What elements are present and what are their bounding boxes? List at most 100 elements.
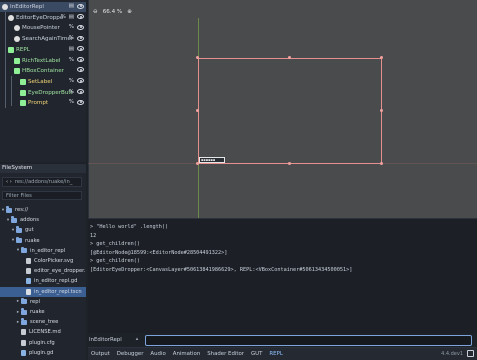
file-label: ColorPicker.svg xyxy=(34,258,74,264)
path-text: res://addons/ruake/in_ xyxy=(14,179,73,185)
scene-node-row[interactable]: SetLabel% xyxy=(0,77,86,87)
tab-gut[interactable]: GUT xyxy=(251,351,262,357)
folder-row[interactable]: ▸ ruake xyxy=(0,307,86,317)
folder-row[interactable]: ▾ ruake xyxy=(0,236,86,246)
resize-handle-l[interactable] xyxy=(196,109,199,112)
file-row[interactable]: LICENSE.md xyxy=(0,327,86,337)
scene-node-label: EyeDropperButt xyxy=(28,89,73,96)
repl-output-line: 12 xyxy=(90,232,97,239)
tab-debugger[interactable]: Debugger xyxy=(117,351,144,357)
bottom-panel-tabs: Output Debugger Audio Animation Shader Edito… xyxy=(88,347,477,360)
unique-name-icon[interactable]: % xyxy=(69,24,74,30)
node-actions xyxy=(77,67,84,73)
file-label: ruake xyxy=(25,237,40,244)
file-row[interactable]: in_editor_repl.gd xyxy=(0,276,86,286)
eye-icon[interactable] xyxy=(77,57,84,62)
resize-handle-r[interactable] xyxy=(380,109,383,112)
unique-name-icon[interactable]: % xyxy=(69,78,74,84)
nav-arrows-icon[interactable]: ‹ › xyxy=(3,179,12,185)
tab-filesystem[interactable]: FileSystem xyxy=(0,164,86,173)
eye-icon[interactable] xyxy=(77,24,84,30)
button-icon xyxy=(20,89,26,96)
resize-handle-b[interactable] xyxy=(288,162,291,165)
node-icon xyxy=(14,25,20,32)
resize-handle-br[interactable] xyxy=(380,162,383,165)
scene-node-row[interactable]: InEditorRepl ▤ xyxy=(0,2,86,12)
eye-icon[interactable] xyxy=(77,46,84,52)
tab-audio[interactable]: Audio xyxy=(150,351,165,357)
node-icon xyxy=(8,14,14,21)
unique-name-icon[interactable]: % xyxy=(69,99,74,105)
file-row[interactable]: plugin.cfg xyxy=(0,338,86,348)
file-row[interactable]: editor_eye_dropper. xyxy=(0,266,86,276)
filter-placeholder: Filter Files xyxy=(6,192,32,199)
folder-row[interactable]: ▾ addons xyxy=(0,215,86,225)
tab-output[interactable]: Output xyxy=(91,351,110,357)
unique-name-icon[interactable]: % xyxy=(69,35,74,41)
unique-name-icon[interactable]: % xyxy=(69,89,74,95)
script-icon[interactable]: ▤ xyxy=(69,14,74,20)
file-label: plugin.gd xyxy=(29,349,54,356)
tab-animation[interactable]: Animation xyxy=(173,351,200,357)
eye-icon[interactable] xyxy=(77,99,84,105)
scene-node-label: EditorEyeDroppe xyxy=(16,14,64,21)
script-icon[interactable]: ▤ xyxy=(69,3,74,9)
file-icon xyxy=(21,329,26,336)
folder-row[interactable]: ▾ res:// xyxy=(0,205,86,215)
file-row[interactable]: in_editor_repl.tscn xyxy=(0,286,86,297)
file-label: repl xyxy=(30,298,40,305)
zoom-out-icon[interactable]: ⊖ xyxy=(93,9,98,15)
scene-node-row[interactable]: RichTextLabel% xyxy=(0,56,86,66)
eye-icon[interactable] xyxy=(77,14,84,20)
scene-node-label: SearchAgainTimer xyxy=(22,36,74,43)
zoom-level[interactable]: 66.4 % xyxy=(103,9,123,15)
folder-row[interactable]: ▾ gut xyxy=(0,225,86,235)
repl-input[interactable] xyxy=(145,335,472,346)
scene-node-label: MousePointer xyxy=(22,25,60,32)
tab-filesystem-label: FileSystem xyxy=(2,165,33,171)
folder-row[interactable]: ▸ repl xyxy=(0,297,86,307)
scene-node-row[interactable]: HBoxContainer xyxy=(0,66,86,76)
eye-icon[interactable] xyxy=(77,89,84,95)
resize-handle-t[interactable] xyxy=(288,56,291,59)
control-rect[interactable] xyxy=(198,58,382,164)
eye-icon[interactable] xyxy=(77,67,84,73)
repl-preview-text: ▪▪▪▪▪▪ xyxy=(201,158,216,162)
eye-icon[interactable] xyxy=(77,3,84,9)
expand-panel-icon[interactable] xyxy=(467,350,474,357)
tab-repl[interactable]: REPL xyxy=(269,351,282,357)
history-up-icon[interactable]: ▴ xyxy=(134,336,140,344)
resize-handle-tl[interactable] xyxy=(196,56,199,59)
scene-node-row[interactable]: EditorEyeDroppe% ▤ xyxy=(0,13,86,23)
scene-node-row[interactable]: EyeDropperButt% xyxy=(0,88,86,98)
script-icon[interactable]: ▤ xyxy=(69,46,74,52)
path-field[interactable]: ‹ › res://addons/ruake/in_ xyxy=(2,177,82,187)
zoom-in-icon[interactable]: ⊕ xyxy=(127,9,132,15)
filter-files-input[interactable]: Filter Files xyxy=(2,191,82,200)
file-label: addons xyxy=(20,217,39,224)
folder-icon xyxy=(21,246,27,254)
bottom-tab-list: Output Debugger Audio Animation Shader Edito… xyxy=(88,351,287,357)
node-actions: % xyxy=(69,89,84,95)
folder-icon xyxy=(16,226,22,233)
scene-node-row[interactable]: REPL ▤ xyxy=(0,45,86,55)
folder-row[interactable]: ▸ scene_tree xyxy=(0,317,86,327)
eye-icon[interactable] xyxy=(77,35,84,41)
file-icon xyxy=(21,349,26,356)
unique-name-icon[interactable]: % xyxy=(69,57,74,63)
resize-handle-tr[interactable] xyxy=(380,56,383,59)
folder-icon xyxy=(21,318,27,325)
scene-node-row[interactable]: MousePointer% xyxy=(0,23,86,33)
file-row[interactable]: plugin.gd xyxy=(0,348,86,358)
tab-shader-editor[interactable]: Shader Editor xyxy=(207,351,244,357)
scene-node-label: REPL xyxy=(16,46,30,53)
file-row[interactable]: ColorPicker.svg xyxy=(0,256,86,266)
unique-name-icon[interactable]: % xyxy=(61,14,66,20)
scene-node-row[interactable]: SearchAgainTimer% xyxy=(0,34,86,44)
folder-row[interactable]: ▾ in_editor_repl xyxy=(0,246,86,256)
node-actions: % xyxy=(69,99,84,105)
eye-icon[interactable] xyxy=(77,78,84,84)
scene-node-label: InEditorRepl xyxy=(10,4,44,10)
scene-node-row[interactable]: Prompt% xyxy=(0,98,86,108)
file-label: gut xyxy=(25,227,34,234)
